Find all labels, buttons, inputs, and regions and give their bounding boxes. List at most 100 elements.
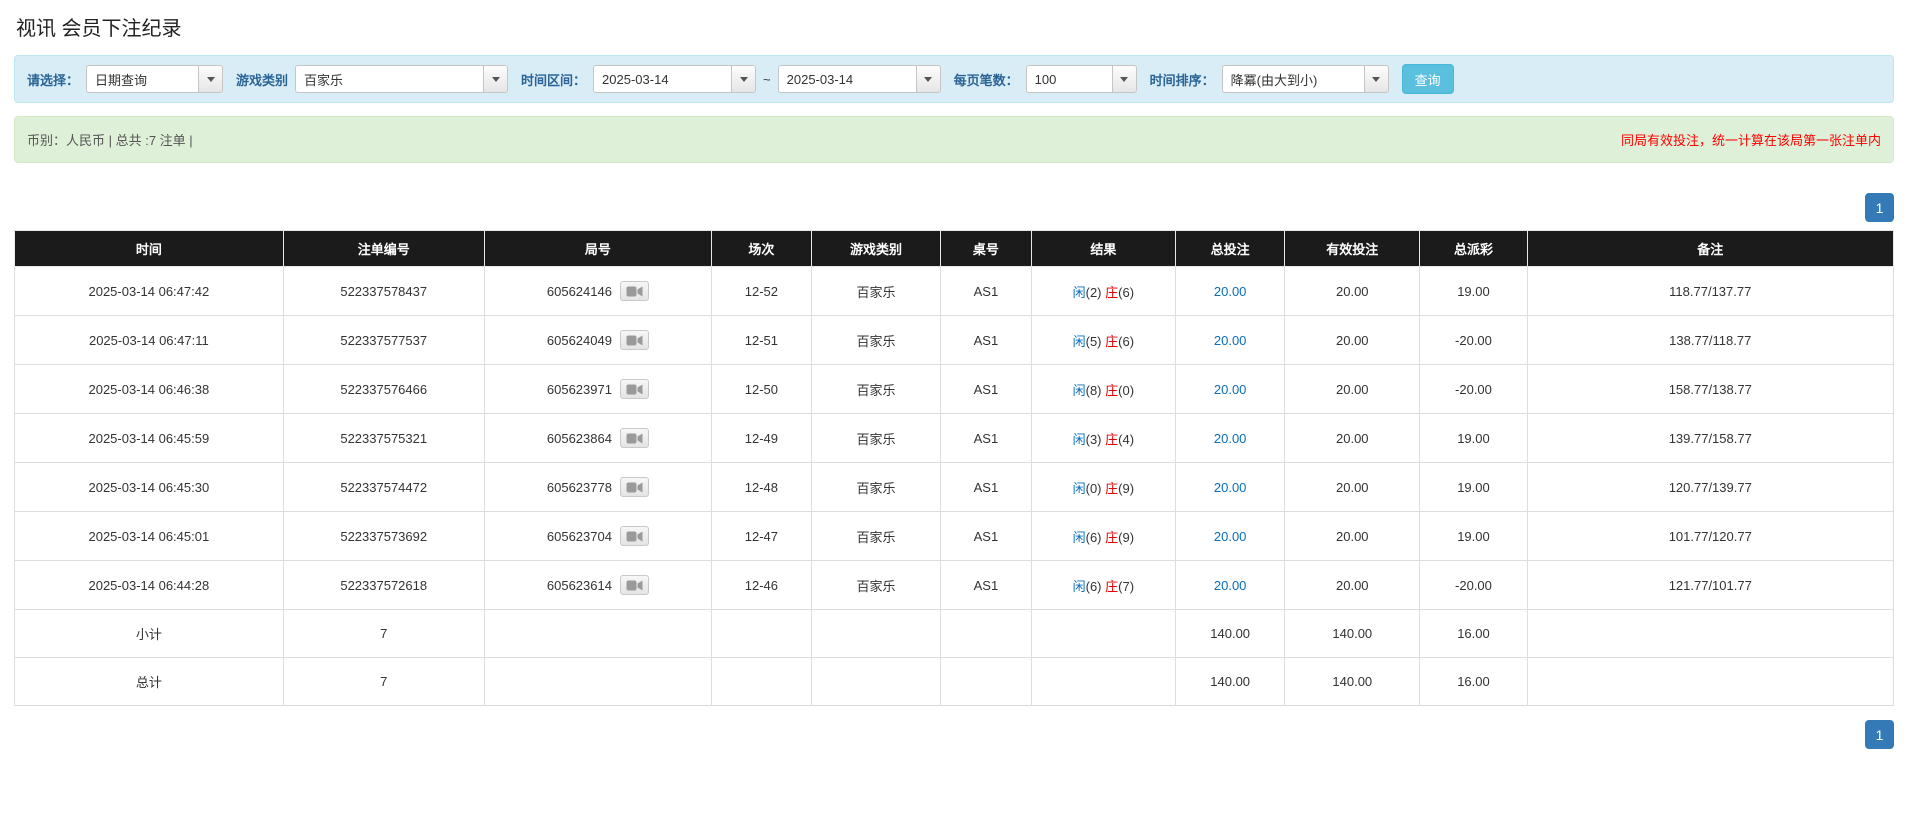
video-replay-button[interactable] bbox=[620, 379, 649, 399]
result-banker-label: 庄 bbox=[1105, 579, 1118, 594]
round-id-cell: 605624146 bbox=[484, 267, 711, 316]
query-type-dropdown-button[interactable] bbox=[198, 65, 223, 93]
page-number-button[interactable]: 1 bbox=[1865, 193, 1894, 222]
result-banker-label: 庄 bbox=[1105, 285, 1118, 300]
total-bet-cell: 20.00 bbox=[1176, 316, 1285, 365]
grand-total-row: 总计 7 140.00 140.00 16.00 bbox=[15, 658, 1894, 706]
date-range-separator: ~ bbox=[763, 72, 771, 87]
table-no-cell: AS1 bbox=[941, 316, 1031, 365]
game-type-input[interactable] bbox=[295, 65, 483, 93]
chevron-down-icon bbox=[492, 77, 500, 82]
table-row: 2025-03-14 06:47:11 522337577537 6056240… bbox=[15, 316, 1894, 365]
table-row: 2025-03-14 06:47:42 522337578437 6056241… bbox=[15, 267, 1894, 316]
subtotal-label: 小计 bbox=[15, 610, 284, 658]
payout-cell: 19.00 bbox=[1420, 267, 1527, 316]
remark-cell: 118.77/137.77 bbox=[1527, 267, 1893, 316]
session-cell: 12-52 bbox=[712, 267, 812, 316]
sort-order-dropdown-button[interactable] bbox=[1364, 65, 1389, 93]
video-replay-button[interactable] bbox=[620, 281, 649, 301]
result-player-score: (6) bbox=[1086, 530, 1102, 545]
result-player-label: 闲 bbox=[1073, 334, 1086, 349]
total-bet-link[interactable]: 20.00 bbox=[1214, 431, 1247, 446]
table-row: 2025-03-14 06:45:59 522337575321 6056238… bbox=[15, 414, 1894, 463]
pagination-top: 1 bbox=[14, 193, 1894, 222]
total-bet-link[interactable]: 20.00 bbox=[1214, 284, 1247, 299]
total-bet-cell: 20.00 bbox=[1176, 267, 1285, 316]
page-size-dropdown-button[interactable] bbox=[1112, 65, 1137, 93]
subtotal-valid-bet: 140.00 bbox=[1285, 610, 1420, 658]
video-replay-button[interactable] bbox=[620, 428, 649, 448]
video-replay-button[interactable] bbox=[620, 575, 649, 595]
total-bet-link[interactable]: 20.00 bbox=[1214, 578, 1247, 593]
video-replay-button[interactable] bbox=[620, 526, 649, 546]
bet-id-cell: 522337575321 bbox=[283, 414, 484, 463]
round-id: 605623778 bbox=[547, 480, 612, 495]
header-valid-bet: 有效投注 bbox=[1285, 231, 1420, 267]
date-from-combo bbox=[593, 65, 756, 93]
total-bet-link[interactable]: 20.00 bbox=[1214, 529, 1247, 544]
video-replay-button[interactable] bbox=[620, 330, 649, 350]
remark-cell: 101.77/120.77 bbox=[1527, 512, 1893, 561]
result-banker-score: (7) bbox=[1118, 579, 1134, 594]
date-from-dropdown-button[interactable] bbox=[731, 65, 756, 93]
video-camera-icon bbox=[626, 579, 643, 592]
valid-bet-cell: 20.00 bbox=[1285, 267, 1420, 316]
result-cell: 闲(2) 庄(6) bbox=[1031, 267, 1176, 316]
payout-cell: -20.00 bbox=[1420, 365, 1527, 414]
header-game-type: 游戏类别 bbox=[811, 231, 941, 267]
time-cell: 2025-03-14 06:47:42 bbox=[15, 267, 284, 316]
game-type-cell: 百家乐 bbox=[811, 267, 941, 316]
table-body: 2025-03-14 06:47:42 522337578437 6056241… bbox=[15, 267, 1894, 610]
result-cell: 闲(8) 庄(0) bbox=[1031, 365, 1176, 414]
page-size-combo bbox=[1026, 65, 1137, 93]
session-cell: 12-48 bbox=[712, 463, 812, 512]
video-camera-icon bbox=[626, 383, 643, 396]
result-banker-label: 庄 bbox=[1105, 334, 1118, 349]
date-to-input[interactable] bbox=[778, 65, 916, 93]
result-player-label: 闲 bbox=[1073, 383, 1086, 398]
result-cell: 闲(0) 庄(9) bbox=[1031, 463, 1176, 512]
payout-cell: 19.00 bbox=[1420, 463, 1527, 512]
game-type-cell: 百家乐 bbox=[811, 561, 941, 610]
date-to-dropdown-button[interactable] bbox=[916, 65, 941, 93]
table-row: 2025-03-14 06:45:01 522337573692 6056237… bbox=[15, 512, 1894, 561]
game-type-label: 游戏类别 bbox=[236, 70, 288, 89]
bet-id-cell: 522337574472 bbox=[283, 463, 484, 512]
bet-id-cell: 522337572618 bbox=[283, 561, 484, 610]
result-banker-score: (6) bbox=[1118, 285, 1134, 300]
total-bet-cell: 20.00 bbox=[1176, 365, 1285, 414]
total-bet-link[interactable]: 20.00 bbox=[1214, 480, 1247, 495]
game-type-dropdown-button[interactable] bbox=[483, 65, 508, 93]
page-title: 视讯 会员下注纪录 bbox=[16, 12, 1894, 41]
result-banker-score: (0) bbox=[1118, 383, 1134, 398]
sort-order-input[interactable] bbox=[1222, 65, 1364, 93]
search-button[interactable]: 查询 bbox=[1402, 64, 1454, 94]
payout-cell: -20.00 bbox=[1420, 316, 1527, 365]
round-id: 605623614 bbox=[547, 578, 612, 593]
game-type-cell: 百家乐 bbox=[811, 463, 941, 512]
round-id-cell: 605623704 bbox=[484, 512, 711, 561]
total-bet-link[interactable]: 20.00 bbox=[1214, 333, 1247, 348]
page-size-input[interactable] bbox=[1026, 65, 1112, 93]
date-from-input[interactable] bbox=[593, 65, 731, 93]
video-replay-button[interactable] bbox=[620, 477, 649, 497]
result-banker-score: (4) bbox=[1118, 432, 1134, 447]
game-type-cell: 百家乐 bbox=[811, 365, 941, 414]
result-banker-label: 庄 bbox=[1105, 530, 1118, 545]
total-bet-link[interactable]: 20.00 bbox=[1214, 382, 1247, 397]
payout-cell: -20.00 bbox=[1420, 561, 1527, 610]
query-type-input[interactable] bbox=[86, 65, 198, 93]
bet-id-cell: 522337573692 bbox=[283, 512, 484, 561]
valid-bet-cell: 20.00 bbox=[1285, 365, 1420, 414]
summary-bar: 币别：人民币 | 总共 :7 注单 | 同局有效投注，统一计算在该局第一张注单内 bbox=[14, 116, 1894, 163]
result-player-label: 闲 bbox=[1073, 481, 1086, 496]
video-camera-icon bbox=[626, 481, 643, 494]
result-cell: 闲(6) 庄(7) bbox=[1031, 561, 1176, 610]
page-number-button[interactable]: 1 bbox=[1865, 720, 1894, 749]
session-cell: 12-51 bbox=[712, 316, 812, 365]
subtotal-payout: 16.00 bbox=[1420, 610, 1527, 658]
table-no-cell: AS1 bbox=[941, 463, 1031, 512]
total-bet-cell: 20.00 bbox=[1176, 414, 1285, 463]
round-id: 605623864 bbox=[547, 431, 612, 446]
remark-cell: 139.77/158.77 bbox=[1527, 414, 1893, 463]
